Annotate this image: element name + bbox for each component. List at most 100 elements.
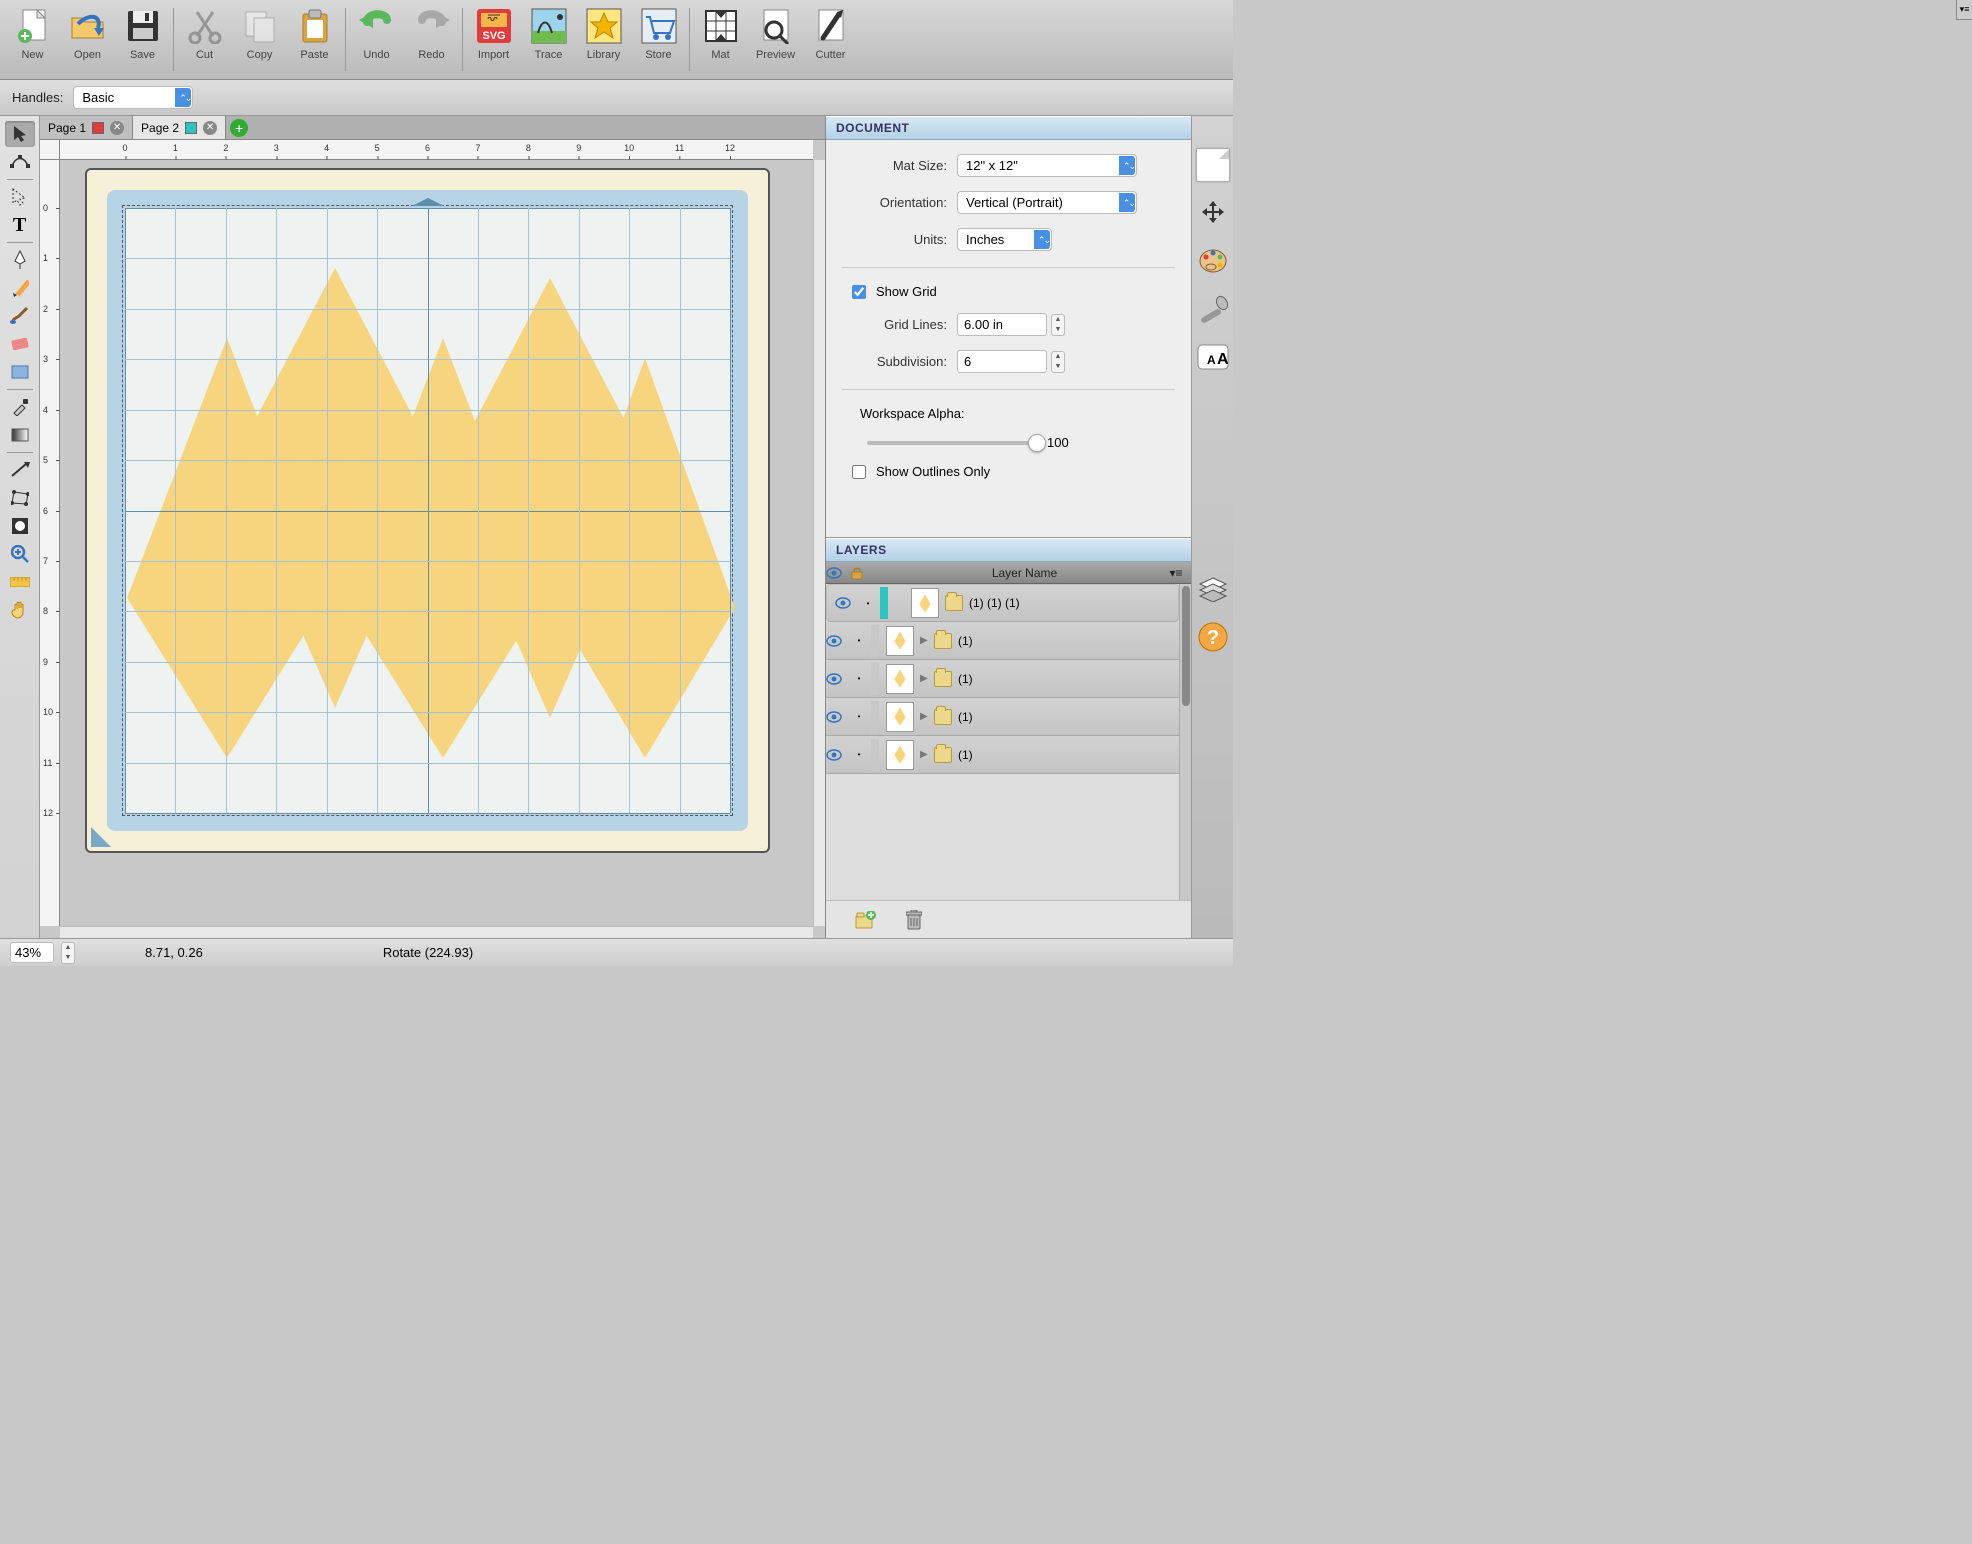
text-tool[interactable]: T (5, 212, 35, 238)
edit-node-tool[interactable] (5, 149, 35, 175)
document-panel-icon[interactable] (1196, 148, 1230, 182)
hand-tool[interactable] (5, 597, 35, 623)
zoom-spinner[interactable]: ▲▼ (61, 942, 75, 964)
open-button[interactable]: Open (60, 2, 115, 77)
layers-panel-icon[interactable] (1196, 572, 1230, 606)
grid-lines-input[interactable] (957, 313, 1047, 336)
ruler-horizontal: 0123456789101112 (60, 140, 813, 160)
layers-scrollbar[interactable] (1179, 584, 1191, 900)
layer-expand-icon[interactable]: ▶ (920, 749, 934, 760)
stencil-tool[interactable] (5, 513, 35, 539)
handles-select[interactable]: Basic (73, 86, 193, 109)
save-button[interactable]: Save (115, 2, 170, 77)
layer-visibility-icon[interactable] (826, 749, 850, 761)
layer-row[interactable]: • ▶ (1) (826, 660, 1179, 698)
layer-name: (1) (958, 672, 1179, 686)
layer-visibility-icon[interactable] (835, 597, 859, 609)
layer-row[interactable]: • (1) (1) (1) (826, 584, 1179, 622)
paste-button[interactable]: Paste (287, 2, 342, 77)
folder-icon (934, 747, 952, 763)
zoom-tool[interactable] (5, 541, 35, 567)
ruler-tool[interactable] (5, 569, 35, 595)
layer-thumbnail (886, 740, 914, 770)
panel-collapse-button[interactable]: ▾≡ (1956, 0, 1972, 20)
svg-text:SVG: SVG (482, 30, 505, 42)
copy-button[interactable]: Copy (232, 2, 287, 77)
close-tab-icon[interactable]: ✕ (110, 121, 124, 135)
layer-row[interactable]: • ▶ (1) (826, 698, 1179, 736)
redo-button[interactable]: Redo (404, 2, 459, 77)
layer-name: (1) (958, 634, 1179, 648)
layer-thumbnail (886, 626, 914, 656)
outlines-checkbox[interactable] (852, 465, 866, 479)
layer-row[interactable]: • ▶ (1) (826, 622, 1179, 660)
select-tool[interactable] (5, 121, 35, 147)
layer-expand-icon[interactable]: ▶ (920, 711, 934, 722)
layer-expand-icon[interactable]: ▶ (920, 673, 934, 684)
pencil-tool[interactable] (5, 275, 35, 301)
svg-text:A: A (1217, 351, 1229, 368)
layer-row[interactable]: • ▶ (1) (826, 736, 1179, 774)
new-button[interactable]: New (5, 2, 60, 77)
workspace-alpha-slider[interactable] (867, 441, 1037, 445)
preview-button[interactable]: Preview (748, 2, 803, 77)
scrollbar-horizontal[interactable] (60, 926, 813, 938)
status-coords: 8.71, 0.26 (145, 945, 203, 960)
layer-visibility-icon[interactable] (826, 711, 850, 723)
help-icon[interactable]: ? (1196, 620, 1230, 654)
right-icon-strip: AA ? (1191, 116, 1233, 938)
orientation-label: Orientation: (842, 195, 947, 210)
cut-button[interactable]: Cut (177, 2, 232, 77)
eyedropper-tool[interactable] (5, 394, 35, 420)
folder-icon (934, 633, 952, 649)
delete-layer-button[interactable] (906, 910, 922, 930)
layer-visibility-icon[interactable] (826, 635, 850, 647)
options-bar: Handles: Basic (0, 80, 1233, 116)
distort-tool[interactable] (5, 485, 35, 511)
shape-tool[interactable] (5, 359, 35, 385)
add-page-button[interactable]: + (230, 119, 248, 137)
add-layer-button[interactable] (854, 911, 876, 929)
gradient-tool[interactable] (5, 422, 35, 448)
knife-tool[interactable] (5, 457, 35, 483)
undo-button[interactable]: Undo (349, 2, 404, 77)
zoom-input[interactable] (10, 942, 54, 963)
library-button[interactable]: Library (576, 2, 631, 77)
pen-tool[interactable] (5, 247, 35, 273)
settings-panel-icon[interactable] (1196, 292, 1230, 326)
trace-button[interactable]: Trace (521, 2, 576, 77)
layer-menu-icon[interactable]: ▾≡ (1161, 566, 1191, 580)
eraser-tool[interactable] (5, 331, 35, 357)
status-mode: Rotate (224.93) (383, 945, 473, 960)
ruler-vertical: 0123456789101112 (40, 160, 60, 926)
brush-tool[interactable] (5, 303, 35, 329)
style-panel-icon[interactable] (1196, 244, 1230, 278)
page-tab-2[interactable]: Page 2✕ (133, 116, 226, 139)
layer-visibility-icon[interactable] (826, 673, 850, 685)
mat-button[interactable]: Mat (693, 2, 748, 77)
scrollbar-vertical[interactable] (813, 160, 825, 926)
lasso-tool[interactable] (5, 184, 35, 210)
layer-name: (1) (1) (1) (969, 596, 1156, 610)
mat-size-select[interactable]: 12" x 12" (957, 154, 1137, 177)
layer-name: (1) (958, 748, 1179, 762)
lock-icon (850, 566, 874, 580)
page-tab-1[interactable]: Page 1✕ (40, 116, 133, 139)
units-select[interactable]: Inches (957, 228, 1052, 251)
text-panel-icon[interactable]: AA (1196, 340, 1230, 374)
store-button[interactable]: Store (631, 2, 686, 77)
import-button[interactable]: SVGImport (466, 2, 521, 77)
cutter-button[interactable]: Cutter (803, 2, 858, 77)
show-grid-checkbox[interactable] (852, 285, 866, 299)
units-label: Units: (842, 232, 947, 247)
document-panel-header: DOCUMENT (826, 116, 1191, 140)
orientation-select[interactable]: Vertical (Portrait) (957, 191, 1137, 214)
close-tab-icon[interactable]: ✕ (203, 121, 217, 135)
svg-text:?: ? (1206, 627, 1218, 649)
move-panel-icon[interactable] (1196, 196, 1230, 230)
canvas[interactable]: 0123456789101112 0123456789101112 (40, 140, 825, 938)
layer-expand-icon[interactable]: ▶ (920, 635, 934, 646)
subdivision-input[interactable] (957, 350, 1047, 373)
grid-lines-spinner[interactable]: ▲▼ (1051, 314, 1065, 336)
subdivision-spinner[interactable]: ▲▼ (1051, 351, 1065, 373)
